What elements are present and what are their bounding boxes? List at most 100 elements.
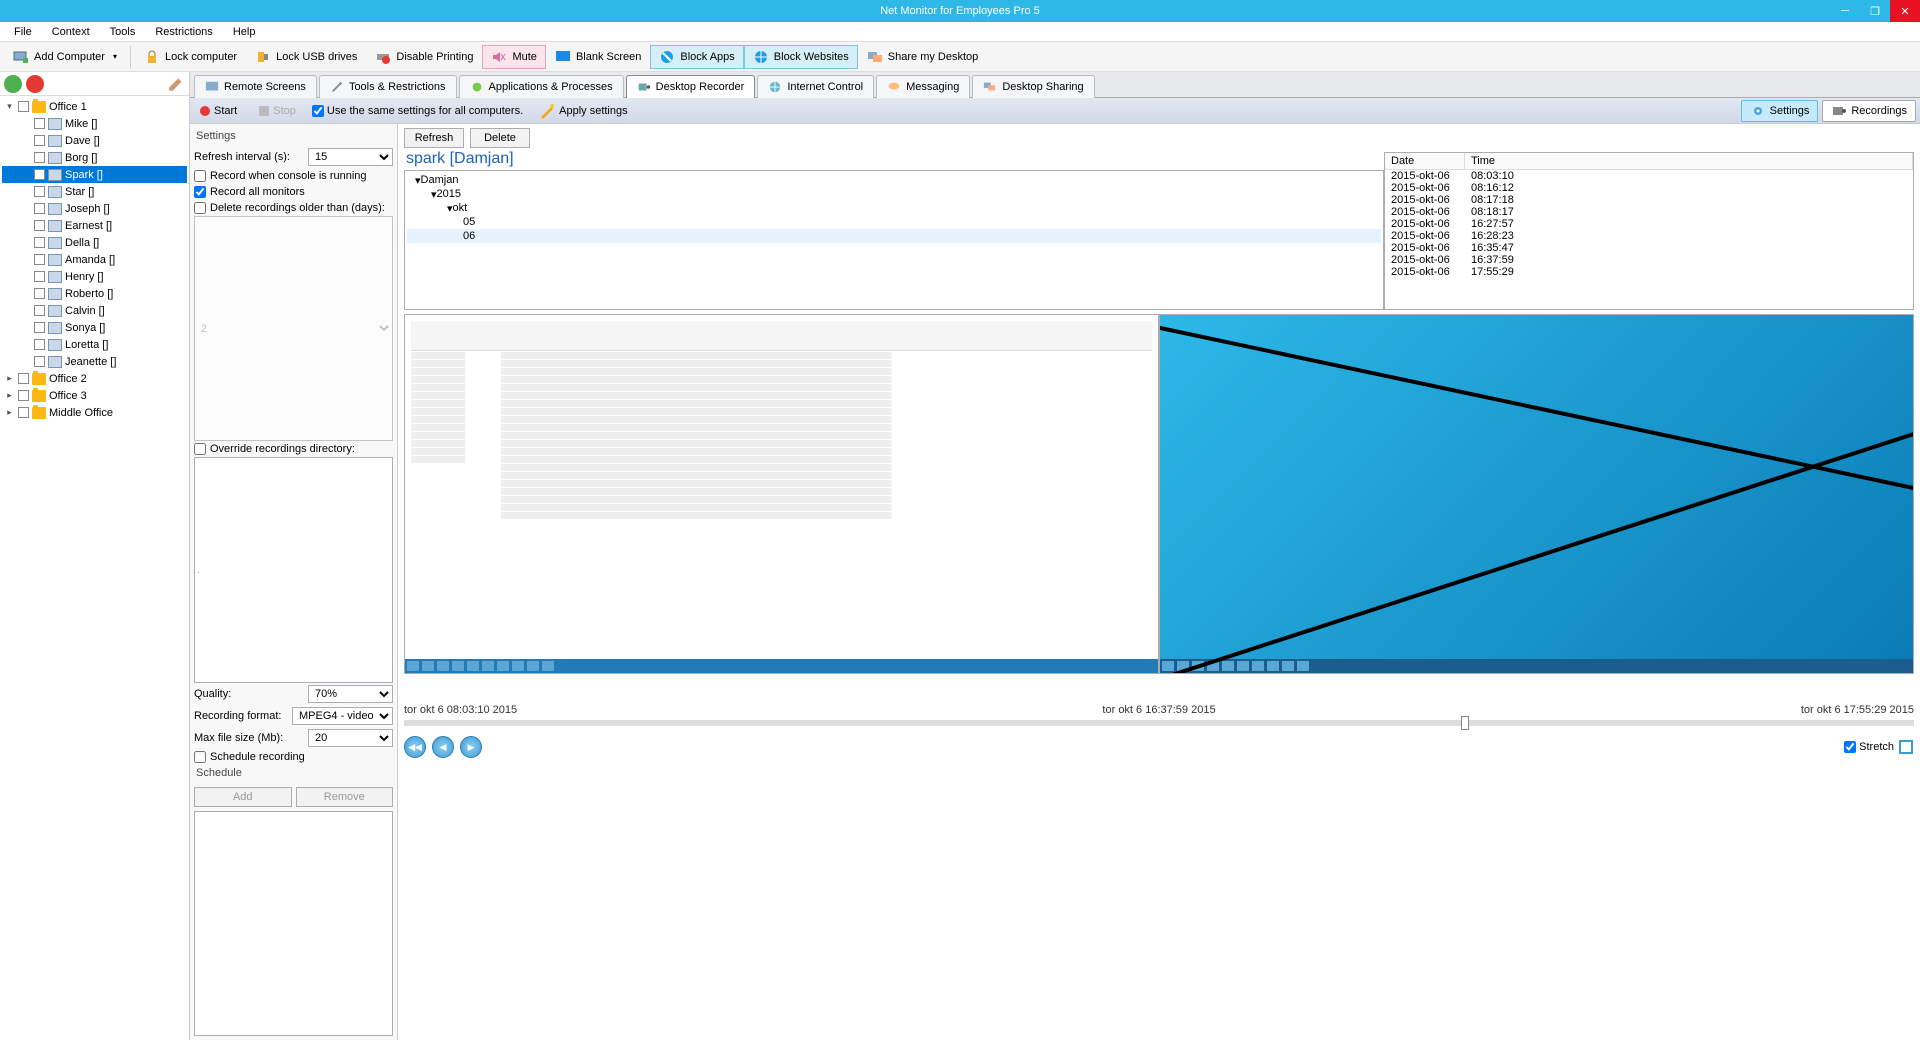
recording-thumbnail-left[interactable] bbox=[404, 314, 1159, 674]
apply-settings-button[interactable]: Apply settings bbox=[533, 101, 633, 121]
tab-messaging[interactable]: Messaging bbox=[876, 75, 970, 98]
schedule-recording-checkbox[interactable]: Schedule recording bbox=[194, 751, 393, 763]
computer-tree[interactable]: ▾ Office 1 Mike []Dave []Borg []Spark []… bbox=[0, 96, 189, 1040]
recording-entry[interactable]: 2015-okt-0608:03:10 bbox=[1385, 170, 1913, 182]
expand-icon[interactable]: ▸ bbox=[4, 407, 15, 418]
checkbox[interactable] bbox=[18, 101, 29, 112]
stop-recording-button[interactable]: Stop bbox=[253, 103, 302, 119]
block-websites-button[interactable]: Block Websites bbox=[744, 45, 858, 69]
recording-tree[interactable]: ▾ Damjan ▾ 2015 ▾ okt 05 06 bbox=[404, 170, 1384, 310]
menu-context[interactable]: Context bbox=[44, 24, 98, 40]
status-reject-icon[interactable] bbox=[26, 75, 44, 93]
play-back-button[interactable]: ◀ bbox=[432, 736, 454, 758]
tree-computer-dave[interactable]: Dave [] bbox=[2, 132, 187, 149]
recording-list[interactable]: Date Time 2015-okt-0608:03:102015-okt-06… bbox=[1384, 152, 1914, 310]
tree-computer-earnest[interactable]: Earnest [] bbox=[2, 217, 187, 234]
recording-entry[interactable]: 2015-okt-0608:16:12 bbox=[1385, 182, 1913, 194]
tree-computer-henry[interactable]: Henry [] bbox=[2, 268, 187, 285]
tree-middle-office[interactable]: ▸Middle Office bbox=[2, 404, 187, 421]
checkbox[interactable] bbox=[34, 288, 45, 299]
override-dir-checkbox[interactable]: Override recordings directory: bbox=[194, 443, 393, 455]
checkbox[interactable] bbox=[34, 339, 45, 350]
checkbox[interactable] bbox=[18, 390, 29, 401]
tree-computer-jeanette[interactable]: Jeanette [] bbox=[2, 353, 187, 370]
recording-entry[interactable]: 2015-okt-0617:55:29 bbox=[1385, 266, 1913, 278]
start-recording-button[interactable]: Start bbox=[194, 103, 243, 119]
tree-office1[interactable]: ▾ Office 1 bbox=[2, 98, 187, 115]
block-apps-button[interactable]: Block Apps bbox=[650, 45, 743, 69]
lock-computer-button[interactable]: Lock computer bbox=[135, 45, 246, 69]
expand-icon[interactable]: ▸ bbox=[4, 390, 15, 401]
menu-tools[interactable]: Tools bbox=[102, 24, 144, 40]
checkbox[interactable] bbox=[18, 407, 29, 418]
checkbox[interactable] bbox=[34, 356, 45, 367]
tree-computer-roberto[interactable]: Roberto [] bbox=[2, 285, 187, 302]
minimize-button[interactable]: ─ bbox=[1830, 0, 1860, 22]
col-time-header[interactable]: Time bbox=[1465, 153, 1913, 169]
tree-year[interactable]: ▾ 2015 bbox=[407, 187, 1381, 201]
delete-recording-button[interactable]: Delete bbox=[470, 128, 530, 148]
share-desktop-button[interactable]: Share my Desktop bbox=[858, 45, 987, 69]
tab-desktop-recorder[interactable]: Desktop Recorder bbox=[626, 75, 756, 98]
disable-printing-button[interactable]: Disable Printing bbox=[366, 45, 482, 69]
tab-remote-screens[interactable]: Remote Screens bbox=[194, 75, 317, 98]
schedule-list[interactable] bbox=[194, 811, 393, 1036]
mute-button[interactable]: Mute bbox=[482, 45, 545, 69]
tree-computer-star[interactable]: Star [] bbox=[2, 183, 187, 200]
recording-entry[interactable]: 2015-okt-0616:35:47 bbox=[1385, 242, 1913, 254]
edit-icon[interactable] bbox=[167, 75, 185, 93]
menu-restrictions[interactable]: Restrictions bbox=[147, 24, 220, 40]
recording-entry[interactable]: 2015-okt-0616:27:57 bbox=[1385, 218, 1913, 230]
checkbox[interactable] bbox=[34, 186, 45, 197]
tab-internet-control[interactable]: Internet Control bbox=[757, 75, 874, 98]
blank-screen-button[interactable]: Blank Screen bbox=[546, 45, 650, 69]
timeline-handle[interactable] bbox=[1461, 716, 1469, 730]
checkbox[interactable] bbox=[34, 237, 45, 248]
checkbox[interactable] bbox=[34, 203, 45, 214]
settings-toggle-button[interactable]: Settings bbox=[1741, 100, 1819, 122]
recordings-toggle-button[interactable]: Recordings bbox=[1822, 100, 1916, 122]
delete-older-checkbox[interactable]: Delete recordings older than (days): bbox=[194, 202, 393, 214]
maximize-button[interactable]: ❐ bbox=[1860, 0, 1890, 22]
format-select[interactable]: MPEG4 - video bbox=[292, 707, 393, 725]
tree-computer-sonya[interactable]: Sonya [] bbox=[2, 319, 187, 336]
add-computer-button[interactable]: Add Computer bbox=[4, 45, 126, 69]
play-next-button[interactable]: ▶ bbox=[460, 736, 482, 758]
refresh-interval-select[interactable]: 15 bbox=[308, 148, 393, 166]
checkbox[interactable] bbox=[34, 220, 45, 231]
menu-file[interactable]: File bbox=[6, 24, 40, 40]
tree-computer-amanda[interactable]: Amanda [] bbox=[2, 251, 187, 268]
same-settings-checkbox[interactable]: Use the same settings for all computers. bbox=[312, 105, 523, 117]
tree-user[interactable]: ▾ Damjan bbox=[407, 173, 1381, 187]
tree-computer-mike[interactable]: Mike [] bbox=[2, 115, 187, 132]
tree-month[interactable]: ▾ okt bbox=[407, 201, 1381, 215]
checkbox[interactable] bbox=[34, 254, 45, 265]
tab-tools-restrictions[interactable]: Tools & Restrictions bbox=[319, 75, 457, 98]
tree-computer-della[interactable]: Della [] bbox=[2, 234, 187, 251]
tree-office-3[interactable]: ▸Office 3 bbox=[2, 387, 187, 404]
col-date-header[interactable]: Date bbox=[1385, 153, 1465, 169]
status-accept-icon[interactable] bbox=[4, 75, 22, 93]
checkbox[interactable] bbox=[34, 322, 45, 333]
tab-apps-processes[interactable]: Applications & Processes bbox=[459, 75, 624, 98]
quality-select[interactable]: 70% bbox=[308, 685, 393, 703]
tab-desktop-sharing[interactable]: Desktop Sharing bbox=[972, 75, 1094, 98]
lock-usb-button[interactable]: Lock USB drives bbox=[246, 45, 366, 69]
record-all-monitors-checkbox[interactable]: Record all monitors bbox=[194, 186, 393, 198]
recording-entry[interactable]: 2015-okt-0608:18:17 bbox=[1385, 206, 1913, 218]
tree-computer-calvin[interactable]: Calvin [] bbox=[2, 302, 187, 319]
checkbox[interactable] bbox=[34, 169, 45, 180]
stretch-checkbox[interactable]: Stretch bbox=[1844, 741, 1894, 753]
maxsize-select[interactable]: 20 bbox=[308, 729, 393, 747]
refresh-recordings-button[interactable]: Refresh bbox=[404, 128, 464, 148]
tree-computer-joseph[interactable]: Joseph [] bbox=[2, 200, 187, 217]
close-button[interactable]: ✕ bbox=[1890, 0, 1920, 22]
record-console-checkbox[interactable]: Record when console is running bbox=[194, 170, 393, 182]
recording-thumbnail-right[interactable] bbox=[1159, 314, 1914, 674]
tree-day-05[interactable]: 05 bbox=[407, 215, 1381, 229]
recording-entry[interactable]: 2015-okt-0608:17:18 bbox=[1385, 194, 1913, 206]
tree-computer-spark[interactable]: Spark [] bbox=[2, 166, 187, 183]
play-prev-button[interactable]: ◀◀ bbox=[404, 736, 426, 758]
checkbox[interactable] bbox=[18, 373, 29, 384]
checkbox[interactable] bbox=[34, 118, 45, 129]
